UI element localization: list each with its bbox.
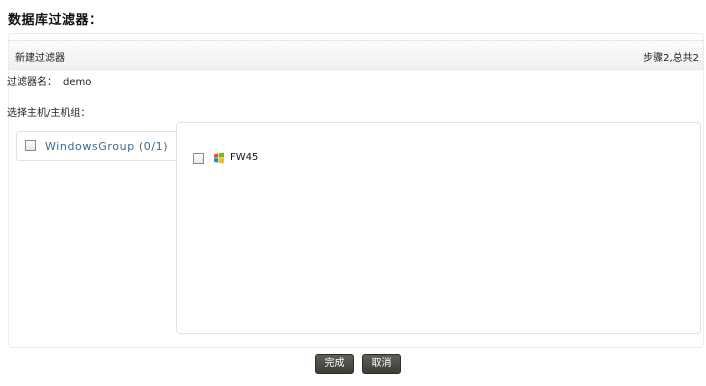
page-title: 数据库过滤器： xyxy=(8,13,103,28)
filter-name-label: 过滤器名： xyxy=(7,77,57,88)
hosts-list: FW45 xyxy=(176,122,701,334)
finish-button[interactable]: 完成 xyxy=(315,354,354,374)
wizard-title: 新建过滤器 xyxy=(15,53,65,64)
host-checkbox[interactable] xyxy=(193,153,204,164)
select-hosts-label: 选择主机/主机组： xyxy=(7,108,91,119)
filter-name-value: demo xyxy=(63,77,92,88)
filter-name-row: 过滤器名： demo xyxy=(7,73,91,88)
wizard-header: 新建过滤器 步骤2,总共2 xyxy=(9,40,703,70)
windows-icon xyxy=(214,152,224,164)
group-tab-windowsgroup[interactable]: WindowsGroup (0/1) xyxy=(16,131,176,161)
group-checkbox[interactable] xyxy=(25,140,36,151)
host-name: FW45 xyxy=(230,152,259,163)
wizard-step-indicator: 步骤2,总共2 xyxy=(643,53,699,64)
group-label[interactable]: WindowsGroup (0/1) xyxy=(45,140,168,153)
cancel-button[interactable]: 取消 xyxy=(362,354,401,374)
